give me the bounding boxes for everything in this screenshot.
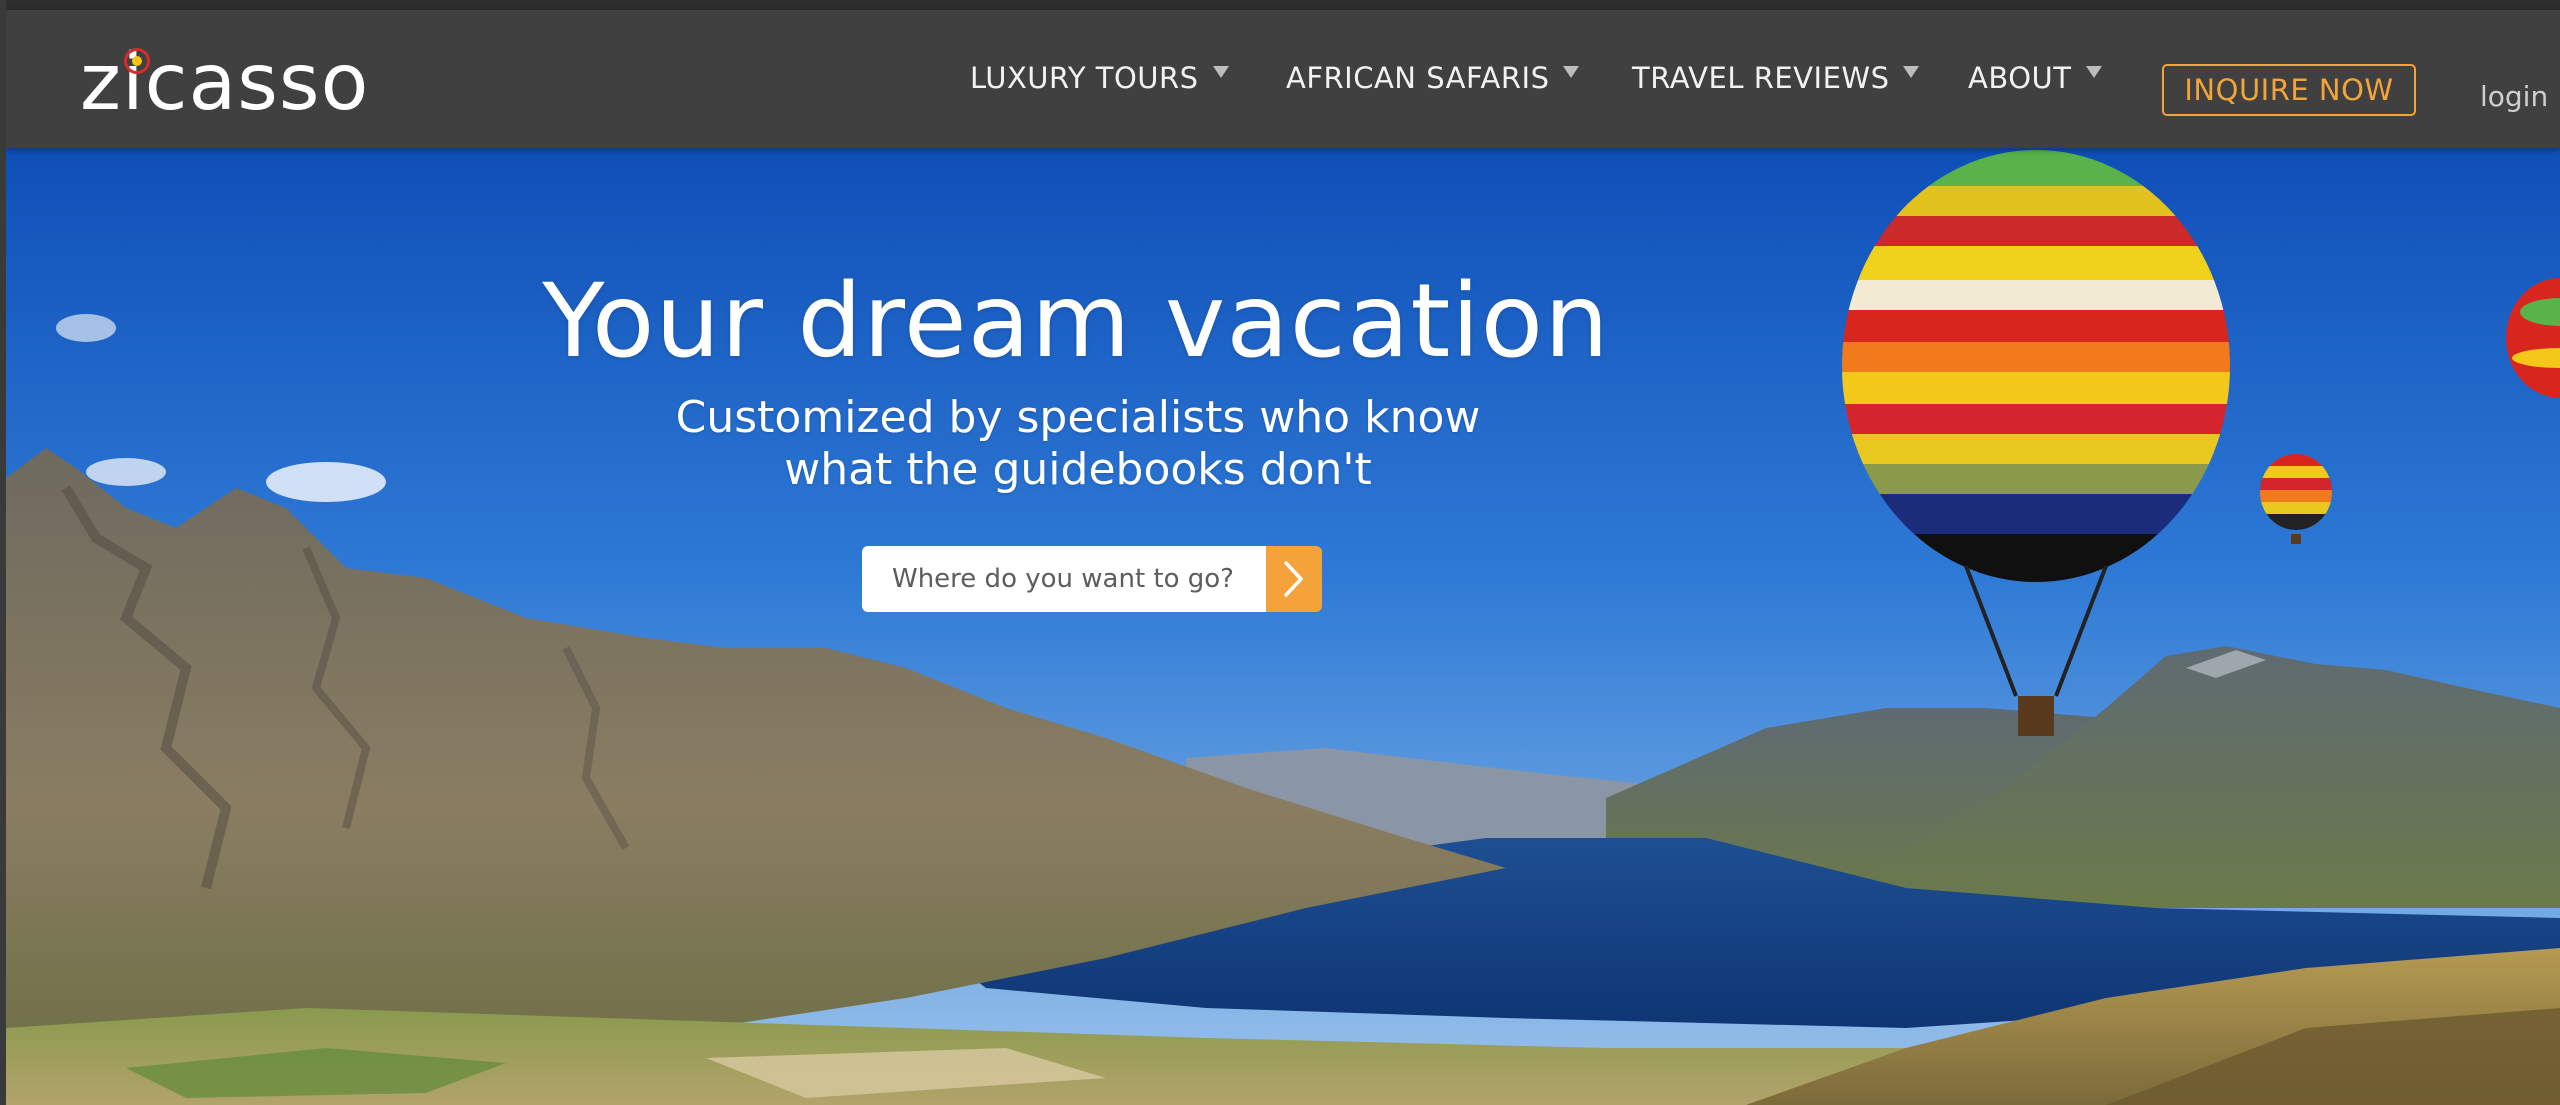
nav-item-label: TRAVEL REVIEWS	[1632, 61, 1890, 95]
nav-item-african-safaris[interactable]: AFRICAN SAFARIS	[1286, 56, 1580, 100]
site-header: zicasso LUXURY TOURS AFRICAN SAFARIS TRA…	[6, 10, 2560, 148]
chevron-right-icon	[1284, 561, 1303, 597]
nav-item-label: LUXURY TOURS	[970, 61, 1199, 95]
destination-search-input[interactable]	[862, 546, 1266, 612]
hero-subtitle: Customized by specialists who know what …	[675, 392, 1481, 495]
search-submit-button[interactable]	[1266, 546, 1322, 612]
caret-down-icon	[2085, 66, 2102, 78]
login-link[interactable]: login	[2480, 80, 2548, 113]
nav-item-label: AFRICAN SAFARIS	[1286, 61, 1550, 95]
nav-item-luxury-tours[interactable]: LUXURY TOURS	[970, 56, 1229, 100]
destination-search	[862, 546, 1324, 612]
nav-item-about[interactable]: ABOUT	[1968, 56, 2102, 100]
browser-left-edge	[0, 0, 6, 1105]
caret-down-icon	[1903, 66, 1920, 78]
caret-down-icon	[1212, 66, 1229, 78]
hero: Your dream vacation Customized by specia…	[6, 148, 2560, 1105]
inquire-now-button[interactable]: INQUIRE NOW	[2162, 64, 2416, 116]
nav-item-travel-reviews[interactable]: TRAVEL REVIEWS	[1632, 56, 1920, 100]
browser-top-strip	[0, 0, 2560, 10]
hero-title: Your dream vacation	[542, 262, 1610, 381]
nav-item-label: ABOUT	[1968, 61, 2072, 95]
caret-down-icon	[1563, 66, 1580, 78]
